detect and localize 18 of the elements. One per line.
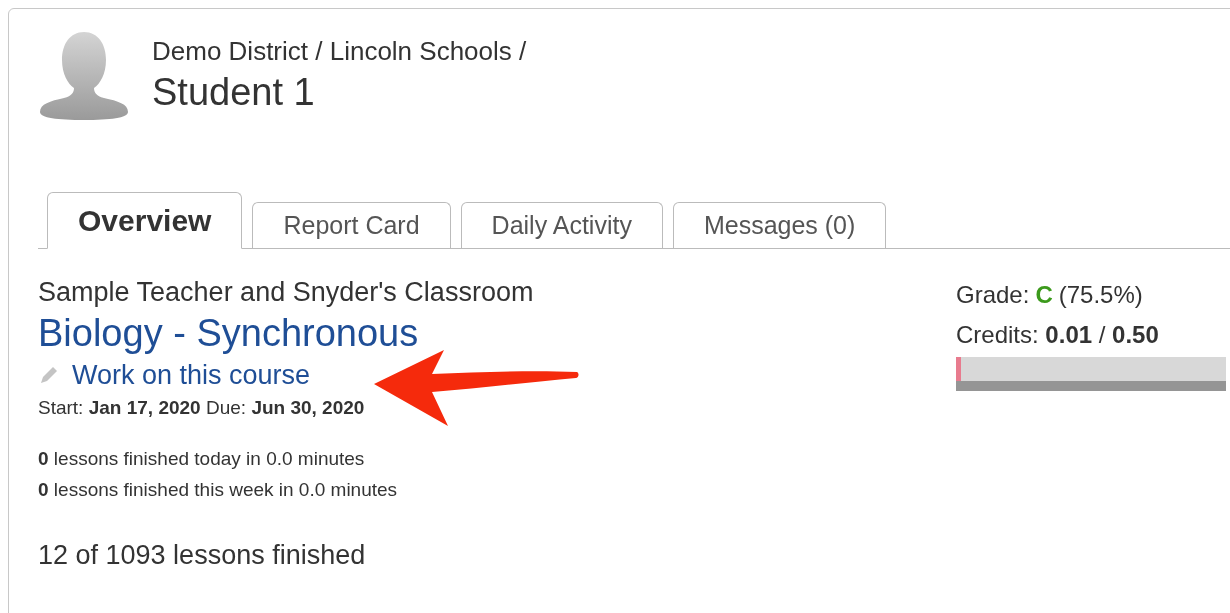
course-dates: Start: Jan 17, 2020 Due: Jun 30, 2020 [38,396,366,420]
work-on-course-link[interactable]: Work on this course [72,357,311,393]
grade-label: Grade: [956,280,1030,310]
tab[interactable]: Report Card [252,202,451,248]
activity-summary: 0 lessons finished today in 0.0 minutes [38,447,366,471]
grade-letter: C [1035,280,1053,310]
avatar-icon [38,30,130,122]
credits-text: Credits: 0.01 / 0.50 [956,320,1160,350]
classroom-name: Sample Teacher and Snyder's Classroom [38,276,534,309]
tab[interactable]: Daily Activity [460,202,663,248]
activity-summary: 0 lessons finished this week in 0.0 minutes [38,478,399,502]
student-name: Student 1 [152,70,316,115]
pencil-icon [38,364,60,386]
breadcrumb: Demo District / Lincoln Schools / [152,35,527,68]
grade-percent: (75.5%) [1058,280,1143,310]
tab[interactable]: Messages (0) [672,202,887,248]
course-title-link[interactable]: Biology - Synchronous [38,309,534,357]
tab[interactable]: Overview [47,192,243,249]
